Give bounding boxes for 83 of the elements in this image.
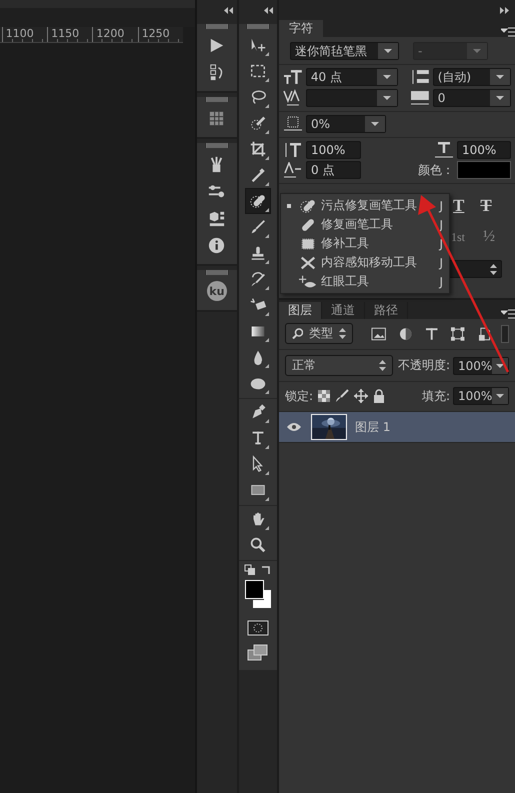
grip-icon[interactable] (206, 270, 228, 275)
font-size-icon (283, 68, 303, 86)
color-label: 颜色： (418, 162, 454, 178)
grip-icon[interactable] (206, 143, 228, 148)
magnifier-icon (248, 536, 267, 554)
ku-button[interactable]: ku (206, 281, 227, 301)
marquee-icon (248, 62, 267, 80)
adjustment-filter-icon (398, 326, 412, 340)
bandage-icon (248, 192, 267, 210)
panel-tab[interactable]: 字符 (279, 20, 323, 37)
image-filter-icon (370, 326, 386, 340)
ordinal-button[interactable]: 1st (451, 230, 466, 244)
menu-item[interactable]: 内容感知移动工具 J (281, 253, 449, 272)
vertical-scale-field[interactable]: 100% (306, 141, 361, 159)
eye-icon (299, 272, 317, 290)
vertical-scale-icon (283, 141, 303, 159)
baseline-shift-icon (284, 162, 302, 178)
tracking-dropdown[interactable]: 0 (432, 89, 511, 107)
filter-toggle[interactable] (501, 324, 509, 342)
panel-tab[interactable]: 通道 (322, 302, 365, 319)
swap-colors-icon (260, 564, 272, 576)
up-down-icon (490, 264, 497, 274)
tracking-icon (410, 89, 430, 107)
layer-row[interactable]: 图层 1 (279, 411, 515, 443)
underline-button[interactable]: T (453, 196, 464, 216)
screen-mode-icon (246, 644, 269, 662)
fill-label: 填充: (422, 388, 450, 404)
blend-mode-dropdown[interactable]: 正常 (285, 355, 393, 376)
color-swatch[interactable] (457, 161, 511, 179)
smart-object-filter-icon (478, 326, 492, 340)
type-filter-icon (425, 326, 439, 340)
grip-icon[interactable] (206, 24, 228, 29)
brush-icon (335, 389, 350, 403)
move-icon (354, 389, 368, 403)
search-icon (292, 328, 303, 339)
language-dropdown[interactable] (448, 260, 502, 278)
lock-icon (373, 389, 386, 403)
brush-selection-icon (248, 114, 267, 132)
grip-icon[interactable] (206, 97, 228, 102)
stamp-icon (248, 244, 267, 262)
panel-tab[interactable]: 图层 (279, 302, 322, 319)
menu-item[interactable]: 污点修复画笔工具 J (281, 196, 449, 215)
collapse-icon[interactable] (224, 6, 233, 14)
font-family-dropdown[interactable]: 迷你简毡笔黑 (290, 42, 399, 60)
eye-icon (287, 422, 301, 432)
filter-type-dropdown[interactable]: 类型 (285, 323, 353, 344)
up-down-icon (339, 328, 346, 339)
quick-mask-icon (246, 620, 269, 636)
horizontal-scale-icon (434, 141, 454, 159)
foreground-color-swatch[interactable] (244, 580, 264, 599)
default-colors-icon (244, 564, 256, 576)
brush-icon (248, 218, 267, 236)
layer-name[interactable]: 图层 1 (355, 418, 390, 436)
info-icon (207, 236, 226, 254)
lock-transparent-icon (318, 390, 330, 402)
tsume-icon (283, 115, 303, 133)
tsume-dropdown[interactable]: 0% (306, 115, 386, 133)
expand-icon[interactable] (500, 7, 509, 14)
baseline-shift-field[interactable]: 0 点 (306, 161, 361, 179)
collapse-icon[interactable] (264, 6, 273, 14)
horizontal-scale-field[interactable]: 100% (457, 141, 511, 159)
fraction-button[interactable]: ½ (483, 228, 496, 246)
grip-icon[interactable] (246, 24, 269, 29)
panel-menu-icon (501, 309, 515, 319)
opacity-dropdown[interactable]: 100% (453, 356, 509, 374)
spot-healing-tool[interactable] (244, 188, 271, 214)
strikethrough-button[interactable]: T (480, 196, 492, 216)
leading-icon (410, 68, 430, 86)
menu-item[interactable]: 红眼工具 J (281, 272, 449, 291)
crop-icon (248, 140, 267, 158)
ruler-label: 1150 (47, 27, 92, 42)
shape-filter-icon (451, 326, 465, 340)
panel-tab[interactable]: 路径 (365, 302, 408, 319)
background-color-swatch[interactable] (252, 590, 271, 608)
panel-menu-icon (501, 27, 515, 37)
move-icon (248, 36, 267, 54)
leading-dropdown[interactable]: (自动) (432, 68, 511, 86)
menu-item[interactable]: 修补工具 J (281, 234, 449, 253)
font-size-dropdown[interactable]: 40 点 (306, 68, 398, 86)
fill-dropdown[interactable]: 100% (453, 387, 509, 405)
up-down-icon (378, 360, 386, 371)
lock-label: 锁定: (285, 388, 314, 404)
opacity-label: 不透明度: (398, 357, 450, 374)
